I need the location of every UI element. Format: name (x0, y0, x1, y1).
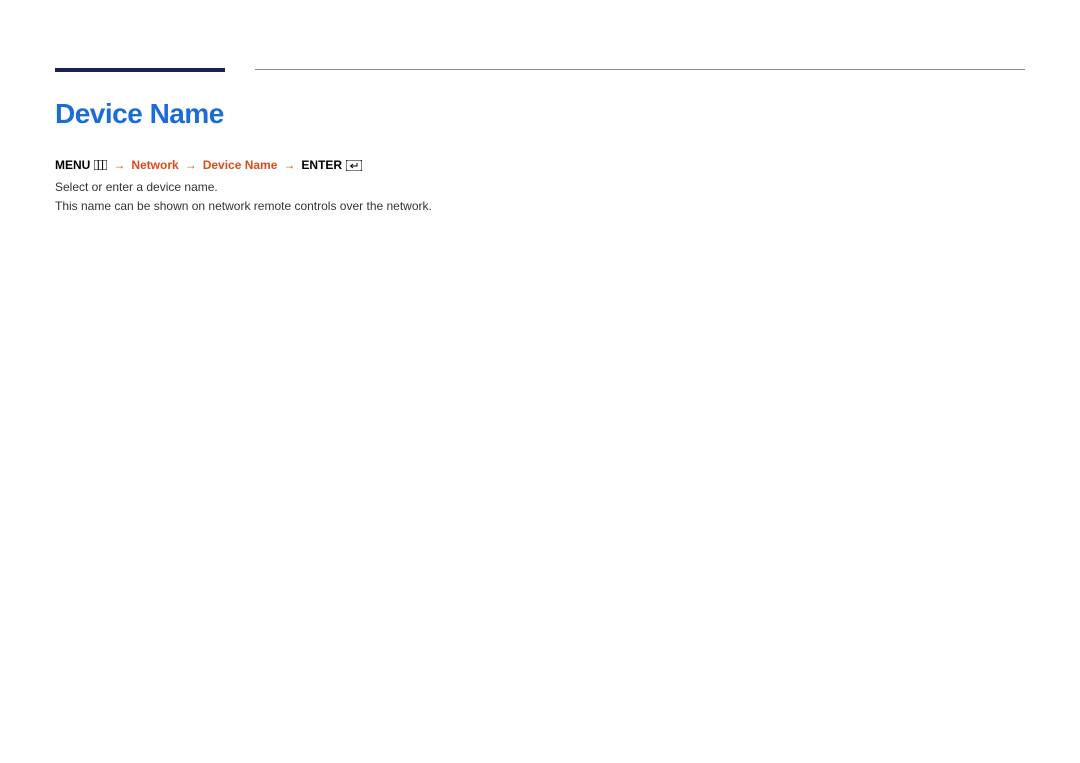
header-divider-line (255, 69, 1025, 70)
body-line-2: This name can be shown on network remote… (55, 197, 1025, 216)
breadcrumb-enter-label: ENTER (301, 158, 342, 172)
body-line-1: Select or enter a device name. (55, 178, 1025, 197)
header-accent-bar (55, 68, 225, 72)
breadcrumb: MENU → Network → Device Name → ENTER (55, 158, 1025, 172)
breadcrumb-item-device-name: Device Name (203, 158, 278, 172)
breadcrumb-arrow-1: → (111, 158, 127, 172)
breadcrumb-menu-label: MENU (55, 158, 90, 172)
page-title: Device Name (55, 98, 1025, 130)
breadcrumb-arrow-3: → (281, 158, 297, 172)
breadcrumb-arrow-2: → (183, 158, 199, 172)
menu-grid-icon (94, 160, 107, 170)
breadcrumb-item-network: Network (131, 158, 178, 172)
enter-return-icon (346, 160, 362, 171)
content-area: Device Name MENU → Network → Device Name… (55, 98, 1025, 216)
